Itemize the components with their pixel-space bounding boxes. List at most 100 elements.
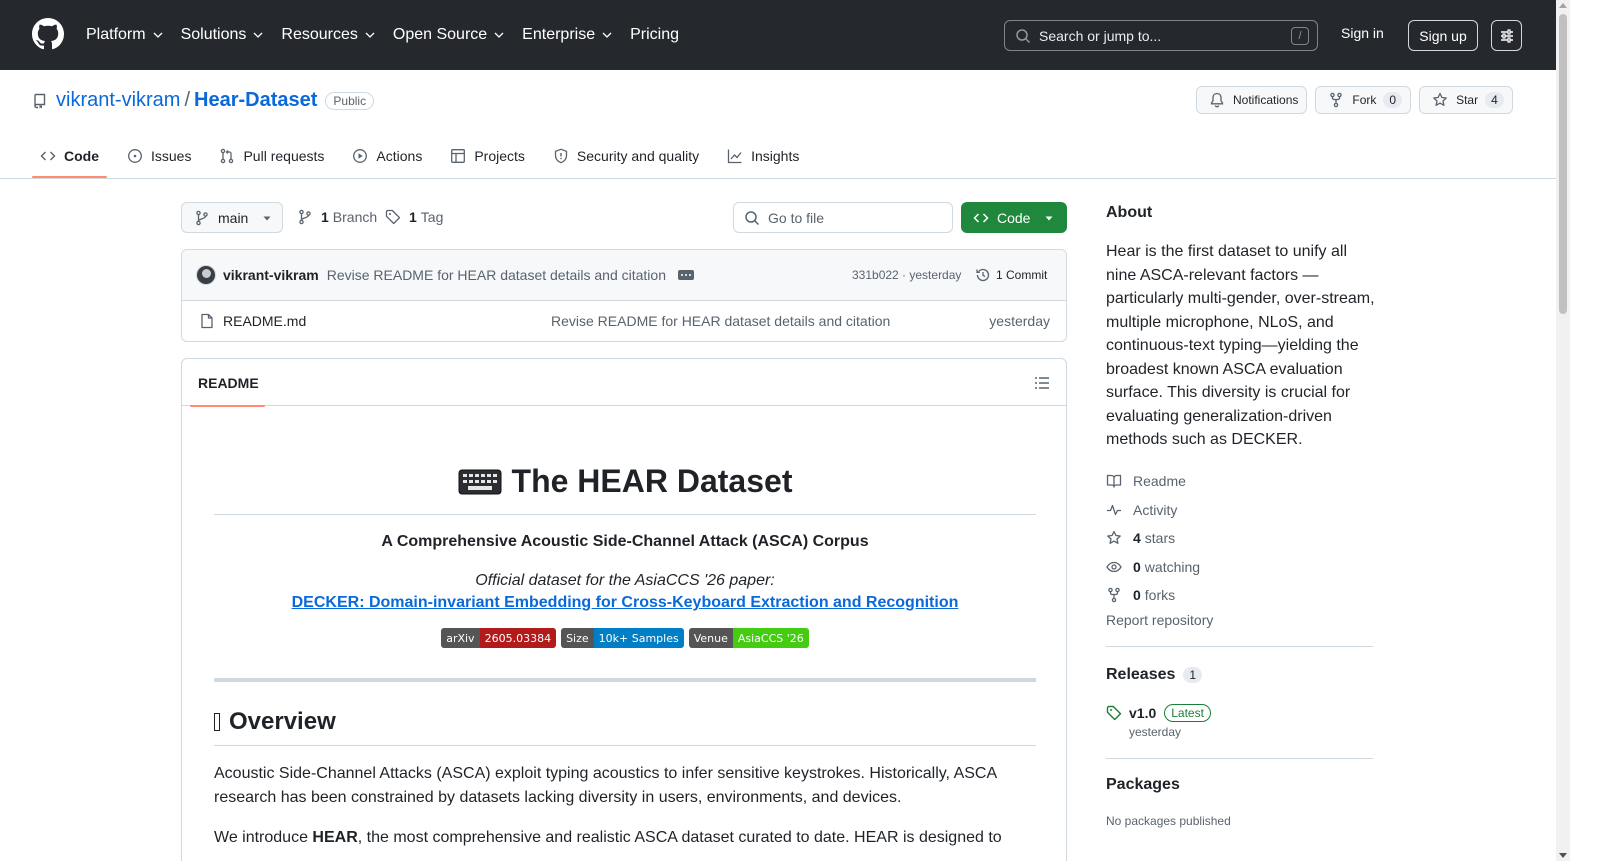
- stars-count: 4: [1133, 530, 1141, 547]
- menu-button[interactable]: [1491, 20, 1522, 51]
- forks-label: forks: [1144, 587, 1176, 604]
- file-commit-message[interactable]: Revise README for HEAR dataset details a…: [551, 313, 890, 329]
- scrollbar-thumb[interactable]: [1559, 14, 1567, 314]
- page-scrollbar[interactable]: [1556, 0, 1570, 861]
- commit-hash-time[interactable]: 331b022 · yesterday: [852, 268, 961, 282]
- nav-label: Enterprise: [522, 26, 596, 43]
- tab-code[interactable]: Code: [32, 134, 107, 178]
- branches-link[interactable]: 1 Branch: [297, 209, 377, 225]
- repo-owner-link[interactable]: vikrant-vikram: [56, 89, 180, 112]
- file-name-link[interactable]: README.md: [223, 313, 306, 329]
- release-date: yesterday: [1129, 725, 1182, 739]
- readme-link[interactable]: Readme: [1106, 467, 1373, 496]
- tag-icon: [1106, 705, 1122, 721]
- scroll-down-arrow-icon[interactable]: [1559, 853, 1567, 858]
- forks-link[interactable]: 0 forks: [1106, 581, 1373, 610]
- nav-platform[interactable]: Platform: [86, 26, 164, 44]
- repo-name-link[interactable]: Hear-Dataset: [194, 89, 317, 112]
- commits-link[interactable]: 1 Commit: [975, 267, 1047, 283]
- report-repository-link[interactable]: Report repository: [1106, 612, 1213, 628]
- tab-security[interactable]: Security and quality: [545, 134, 707, 177]
- nav-label: Solutions: [180, 26, 247, 43]
- releases-count: 1: [1183, 667, 1203, 683]
- search-placeholder: Search or jump to...: [1039, 27, 1162, 44]
- nav-resources[interactable]: Resources: [281, 26, 375, 44]
- paragraph-bold: HEAR: [312, 829, 358, 846]
- branch-selector[interactable]: main: [181, 202, 283, 233]
- ellipsis-icon[interactable]: [677, 270, 694, 280]
- arxiv-badge[interactable]: arXiv 2605.03384: [441, 628, 557, 648]
- badge-value: AsiaCCS '26: [732, 628, 809, 648]
- fork-label: Fork: [1352, 93, 1377, 107]
- star-button[interactable]: Star 4: [1419, 86, 1513, 114]
- notifications-button[interactable]: Notifications: [1196, 86, 1308, 114]
- readme-tab[interactable]: README: [190, 375, 265, 407]
- commit-message-link[interactable]: Revise README for HEAR dataset details a…: [327, 267, 666, 283]
- readme-content: The HEAR Dataset A Comprehensive Acousti…: [214, 406, 1036, 850]
- releases-heading[interactable]: Releases 1: [1106, 666, 1203, 684]
- packages-heading[interactable]: Packages: [1106, 776, 1180, 794]
- fork-button[interactable]: Fork 0: [1315, 86, 1412, 114]
- no-packages-text: No packages published: [1106, 814, 1231, 828]
- nav-solutions[interactable]: Solutions: [181, 26, 265, 44]
- badge-value: 10k+ Samples: [593, 628, 684, 648]
- paper-link[interactable]: DECKER: Domain-invariant Embedding for C…: [214, 594, 1036, 612]
- readme-panel: README The HEAR Dataset A Comprehensive …: [181, 358, 1067, 861]
- global-header: Platform Solutions Resources Open Source…: [0, 0, 1556, 70]
- tab-actions[interactable]: Actions: [344, 134, 430, 177]
- go-to-file-placeholder: Go to file: [768, 209, 825, 226]
- github-logo-icon[interactable]: [32, 18, 64, 50]
- star-icon: [1107, 531, 1121, 545]
- repo-header: vikrant-vikram / Hear-Dataset Public Not…: [0, 70, 1556, 179]
- chevron-down-icon: [602, 32, 612, 38]
- readme-link-label: Readme: [1133, 473, 1186, 490]
- venue-badge[interactable]: Venue AsiaCCS '26: [688, 628, 809, 648]
- tab-insights[interactable]: Insights: [719, 134, 807, 177]
- search-input[interactable]: Search or jump to... /: [1004, 20, 1318, 51]
- avatar[interactable]: [196, 265, 216, 285]
- watching-label: watching: [1144, 558, 1201, 575]
- readme-subtitle: A Comprehensive Acoustic Side-Channel At…: [381, 533, 869, 550]
- fork-icon: [1108, 587, 1120, 603]
- code-dropdown-button[interactable]: Code: [961, 202, 1067, 233]
- commit-author-link[interactable]: vikrant-vikram: [223, 267, 319, 283]
- watchers-link[interactable]: 0 watching: [1106, 553, 1373, 582]
- badge-label: arXiv: [441, 628, 480, 648]
- tab-pull-requests[interactable]: Pull requests: [211, 134, 332, 177]
- branch-name: main: [218, 209, 249, 226]
- eye-icon: [1106, 561, 1122, 572]
- tab-issues[interactable]: Issues: [119, 134, 199, 177]
- nav-enterprise[interactable]: Enterprise: [522, 26, 613, 44]
- tab-label: Actions: [376, 147, 423, 164]
- top-nav: Platform Solutions Resources Open Source…: [86, 0, 696, 70]
- repo-title: vikrant-vikram / Hear-Dataset Public: [32, 89, 375, 112]
- nav-open-source[interactable]: Open Source: [393, 26, 505, 44]
- releases-heading-text: Releases: [1106, 666, 1176, 683]
- stars-label: stars: [1144, 530, 1176, 547]
- tab-label: Insights: [751, 147, 800, 164]
- watching-count: 0: [1133, 558, 1141, 575]
- tags-link[interactable]: 1 Tag: [385, 209, 443, 225]
- graph-icon: [727, 149, 742, 163]
- sign-in-link[interactable]: Sign in: [1341, 25, 1384, 41]
- badge-label: Venue: [688, 628, 733, 648]
- readme-title: The HEAR Dataset: [214, 463, 1036, 515]
- nav-label: Platform: [86, 26, 146, 43]
- badge-value: 2605.03384: [479, 628, 557, 648]
- release-item[interactable]: v1.0 Latest: [1106, 704, 1211, 722]
- issue-icon: [128, 148, 142, 163]
- badge-label: Size: [561, 628, 594, 648]
- nav-pricing[interactable]: Pricing: [630, 26, 679, 44]
- scroll-up-arrow-icon[interactable]: [1559, 3, 1567, 8]
- code-icon: [973, 212, 989, 223]
- tab-label: Projects: [474, 147, 525, 164]
- sign-up-button[interactable]: Sign up: [1408, 20, 1478, 51]
- pull-request-icon: [221, 148, 234, 163]
- activity-link[interactable]: Activity: [1106, 496, 1373, 525]
- tab-projects[interactable]: Projects: [442, 134, 533, 177]
- go-to-file-input[interactable]: Go to file: [733, 202, 953, 233]
- list-icon[interactable]: [1034, 375, 1050, 391]
- stars-link[interactable]: 4 stars: [1106, 524, 1373, 553]
- size-badge[interactable]: Size 10k+ Samples: [561, 628, 684, 648]
- readme-header: README: [182, 359, 1066, 407]
